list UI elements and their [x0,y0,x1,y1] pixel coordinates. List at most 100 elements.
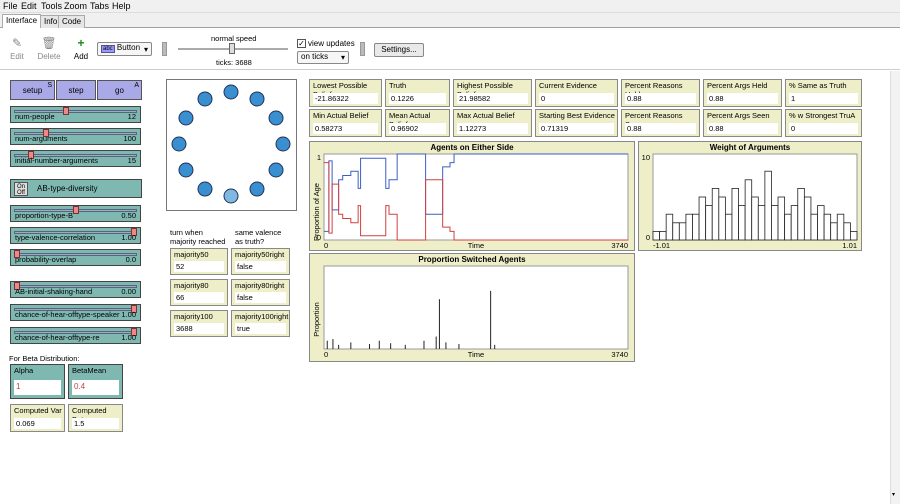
interface-workspace: setup S step go A num-people 12 num-argum… [0,71,890,504]
add-button[interactable]: + Add [72,36,90,61]
alpha-input[interactable]: Alpha 1 [10,364,65,399]
slider-value: 12 [127,112,136,121]
go-shortcut: A [134,82,139,89]
agent-node [268,110,284,126]
tab-bar: Interface Info Code [0,13,900,28]
monitor-max-actual-belief: Max Actual Belief 1.12273 [453,109,532,137]
slider-value: 100 [123,134,136,143]
speed-slider-thumb[interactable] [229,43,235,54]
tab-code[interactable]: Code [58,15,86,28]
x-tick-label: -1.01 [653,241,670,250]
betamean-value[interactable]: 0.4 [72,380,119,395]
setup-button[interactable]: setup S [10,80,55,100]
slider-proportion-type-b[interactable]: proportion-type-B 0.50 [10,205,141,222]
chevron-down-icon: ▾ [143,45,148,54]
vertical-scrollbar[interactable]: ▾ [890,71,900,504]
slider-label: AB-initial-shaking-hand [15,287,93,296]
menu-tabs[interactable]: Tabs [90,1,109,11]
widget-type-select[interactable]: abc Button ▾ [97,42,152,56]
toolbar: ✎ Edit 🗑 Delete + Add abc Button ▾ norma… [0,28,900,70]
histogram-bar [711,188,720,241]
monitor-label: % Same as Truth [789,81,847,90]
alpha-value[interactable]: 1 [14,380,61,395]
betamean-input[interactable]: BetaMean 0.4 [68,364,123,399]
slider-chance-of-hear-offtype-re[interactable]: chance-of-hear-offtype-re 1.00 [10,327,141,344]
delete-button[interactable]: 🗑 Delete [37,36,61,61]
toggle-handle[interactable]: On Off [14,182,28,196]
y-axis-label: Proportion [312,302,321,337]
histogram-bar [764,170,772,241]
plot-weight-of-arguments: Weight of Arguments 10 0 -1.01 1.01 [638,141,862,251]
beta-heading: For Beta Distribution: [9,354,80,363]
agent-node [171,136,187,152]
scroll-down-icon[interactable]: ▾ [892,491,899,501]
monitor-label: % w Strongest TruA [789,111,856,120]
agent-node [223,188,239,204]
slider-label: chance-of-hear-offtype-speaker [15,310,120,319]
histogram-bar [731,188,739,241]
edit-label: Edit [10,52,24,61]
update-mode-value: on ticks [301,52,329,61]
computed-var-monitor: Computed Var 0.069 [10,404,65,432]
slider-probability-overlap[interactable]: probability-overlap 0.0 [10,249,141,266]
slider-num-people[interactable]: num-people 12 [10,106,141,123]
monitor-truth: Truth 0.1226 [385,79,450,107]
settings-button[interactable]: Settings... [374,43,424,57]
update-mode-select[interactable]: on ticks ▾ [297,51,349,64]
slider-type-valence-correlation[interactable]: type-valence-correlation 1.00 [10,227,141,244]
monitor-value: false [235,261,286,272]
slider-label: type-valence-correlation [15,233,96,242]
plot-agents-on-either-side: Agents on Either Side 1 0 0 3740 Time Proport… [309,141,635,251]
menu-zoom[interactable]: Zoom [64,1,87,11]
pencil-icon: ✎ [11,36,23,50]
menu-file[interactable]: File [3,1,18,11]
step-button[interactable]: step [56,80,96,100]
histogram-bar [744,179,753,241]
monitor-value: 0.58273 [313,123,378,134]
switch-ab-type-diversity[interactable]: On Off AB-type-diversity [10,179,142,198]
monitor-value: 0.88 [625,123,696,134]
histogram-bar [652,231,660,241]
histogram-bar [692,213,700,241]
monitor-current-evidence: Current Evidence 0 [535,79,618,107]
monitor-value: false [235,292,286,303]
monitor-label: Current Evidence [539,81,597,90]
majority100-monitor: majority100 3688 [170,310,228,337]
slider-ab-initial-shaking-hand[interactable]: AB-initial-shaking-hand 0.00 [10,281,141,298]
monitor-percent-args-held: Percent Args Held 0.88 [703,79,782,107]
y-tick-label: 0 [646,233,650,242]
slider-initial-number-arguments[interactable]: initial-number-arguments 15 [10,150,141,167]
tab-interface[interactable]: Interface [2,14,42,28]
slider-label: num-people [15,112,55,121]
histogram-bar [803,196,812,241]
histogram-bar [817,205,825,241]
go-button[interactable]: go A [97,80,142,100]
slider-label: initial-number-arguments [15,156,98,165]
menu-help[interactable]: Help [112,1,131,11]
monitor-label: majority50right [235,250,285,259]
monitor-label: Max Actual Belief [457,111,515,120]
slider-label: chance-of-hear-offtype-re [15,333,100,342]
world-view[interactable] [166,79,297,211]
slider-num-arguments[interactable]: num-arguments 100 [10,128,141,145]
histogram-bar [843,222,851,241]
step-label: step [68,85,84,95]
majority100right-monitor: majority100right true [231,310,290,337]
majority80right-monitor: majority80right false [231,279,290,306]
histogram-bar [724,213,733,241]
majority-valence-heading: same valence as truth? [235,228,282,246]
histogram-bar [790,205,799,241]
slider-value: 0.00 [121,287,136,296]
histogram-bar [659,231,667,241]
histogram-bar [665,213,674,241]
slider-value: 1.00 [121,233,136,242]
slider-thumb[interactable] [72,206,79,214]
slider-value: 1.00 [121,333,136,342]
histogram-bar [751,196,759,241]
slider-thumb[interactable] [63,107,70,115]
view-updates-checkbox[interactable]: ✓ [297,39,306,48]
menu-edit[interactable]: Edit [21,1,37,11]
slider-chance-of-hear-offtype-speaker[interactable]: chance-of-hear-offtype-speaker 1.00 [10,304,141,321]
menu-tools[interactable]: Tools [41,1,62,11]
edit-button[interactable]: ✎ Edit [8,36,26,61]
